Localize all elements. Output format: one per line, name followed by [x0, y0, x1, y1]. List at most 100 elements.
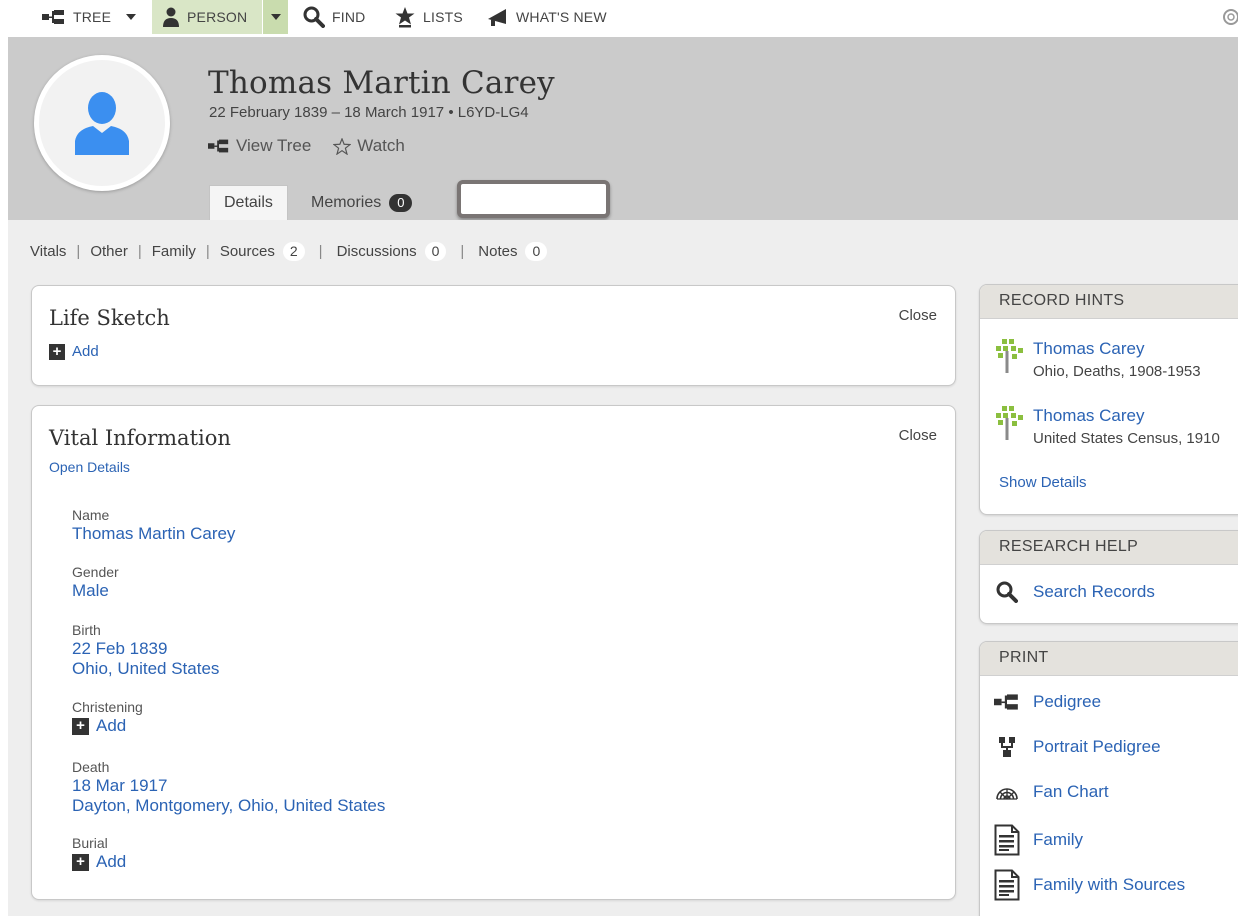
- tab-memories[interactable]: Memories 0: [311, 185, 413, 220]
- nav-lists[interactable]: LISTS: [394, 0, 463, 34]
- subnav-discussions[interactable]: Discussions 0: [337, 242, 447, 261]
- print-portrait-pedigree-label: Portrait Pedigree: [1033, 737, 1161, 756]
- tab-details[interactable]: Details: [209, 185, 288, 220]
- record-hint-source: Ohio, Deaths, 1908-1953: [1033, 363, 1201, 380]
- burial-add-button[interactable]: + Add: [72, 852, 126, 872]
- print-family-with-sources-label: Family with Sources: [1033, 875, 1186, 894]
- subnav-family[interactable]: Family: [152, 243, 196, 260]
- open-details-link[interactable]: Open Details: [49, 459, 130, 475]
- chevron-down-icon: [270, 14, 281, 20]
- plus-icon: +: [49, 343, 65, 360]
- nav-person[interactable]: PERSON: [152, 0, 262, 34]
- nav-person-dropdown[interactable]: [263, 0, 288, 34]
- name-label: Name: [72, 507, 110, 523]
- print-portrait-pedigree-link[interactable]: Portrait Pedigree: [980, 737, 1161, 757]
- subnav-separator: |: [318, 243, 323, 260]
- top-navigation: TREE PERSON FIND LISTS WHAT'S NEW: [0, 0, 1238, 34]
- fan-chart-icon: [992, 784, 1022, 800]
- nav-lists-label: LISTS: [423, 9, 463, 25]
- record-hint-source: United States Census, 1910: [1033, 430, 1220, 447]
- search-records-link[interactable]: Search Records: [980, 581, 1155, 603]
- view-tree-label: View Tree: [236, 136, 312, 155]
- life-sketch-title: Life Sketch: [49, 306, 170, 330]
- research-help-title: RESEARCH HELP: [980, 531, 1238, 565]
- hint-tree-icon: [994, 406, 1024, 440]
- print-panel: PRINT Pedigree Portrait Pedigree Fan Cha…: [979, 641, 1238, 916]
- vital-death: Death 18 Mar 1917 Dayton, Montgomery, Oh…: [72, 759, 385, 816]
- subnav-other[interactable]: Other: [90, 243, 128, 260]
- vital-information-title: Vital Information: [49, 426, 231, 450]
- death-place[interactable]: Dayton, Montgomery, Ohio, United States: [72, 796, 385, 816]
- blank-text-field[interactable]: [457, 180, 610, 218]
- pedigree-icon: [992, 694, 1022, 710]
- record-hint-name[interactable]: Thomas Carey: [1033, 339, 1201, 359]
- search-icon: [992, 581, 1022, 603]
- birth-date[interactable]: 22 Feb 1839: [72, 639, 219, 659]
- nav-tree-dropdown[interactable]: [120, 0, 142, 34]
- christening-add-button[interactable]: + Add: [72, 716, 143, 736]
- record-hint-text: Thomas Carey Ohio, Deaths, 1908-1953: [1033, 339, 1201, 380]
- person-portrait[interactable]: [34, 55, 170, 191]
- tab-memories-label: Memories: [311, 193, 382, 211]
- print-family-link[interactable]: Family: [980, 824, 1083, 856]
- avatar-icon: [75, 92, 129, 155]
- star-icon: [333, 137, 352, 155]
- vital-christening: Christening + Add: [72, 699, 143, 736]
- print-fan-chart-label: Fan Chart: [1033, 782, 1109, 801]
- record-hint-item[interactable]: Thomas Carey Ohio, Deaths, 1908-1953: [980, 339, 1201, 380]
- subnav-sources[interactable]: Sources 2: [220, 242, 305, 261]
- subnav-separator: |: [205, 243, 210, 260]
- vital-information-close-button[interactable]: Close: [899, 427, 937, 444]
- life-sketch-close-button[interactable]: Close: [899, 307, 937, 324]
- subnav-separator: |: [137, 243, 142, 260]
- nav-find[interactable]: FIND: [303, 0, 365, 34]
- nav-whats-new-label: WHAT'S NEW: [516, 9, 607, 25]
- vital-gender: Gender Male: [72, 564, 119, 601]
- gender-label: Gender: [72, 564, 119, 580]
- birth-label: Birth: [72, 622, 101, 638]
- help-icon[interactable]: [1220, 8, 1238, 26]
- notes-count-badge: 0: [525, 242, 548, 261]
- nav-whats-new[interactable]: WHAT'S NEW: [487, 0, 607, 34]
- vital-burial: Burial + Add: [72, 835, 126, 872]
- record-hint-name[interactable]: Thomas Carey: [1033, 406, 1220, 426]
- subnav-notes[interactable]: Notes 0: [478, 242, 548, 261]
- person-actions: View Tree Watch: [208, 136, 427, 156]
- subnav-separator: |: [76, 243, 81, 260]
- print-family-with-sources-link[interactable]: Family with Sources: [980, 869, 1185, 901]
- section-subnav: Vitals | Other | Family | Sources 2 | Dis…: [30, 242, 548, 261]
- gender-value[interactable]: Male: [72, 581, 119, 601]
- watch-label: Watch: [357, 136, 405, 155]
- life-sketch-add-button[interactable]: + Add: [49, 343, 99, 360]
- record-hints-panel: RECORD HINTS Thomas Carey Ohio, Deaths, …: [979, 284, 1238, 515]
- chevron-down-icon: [126, 14, 136, 20]
- portrait-pedigree-icon: [992, 737, 1022, 757]
- hint-tree-icon: [994, 339, 1024, 373]
- burial-add-label: Add: [96, 852, 127, 871]
- megaphone-icon: [488, 9, 506, 26]
- view-tree-link[interactable]: View Tree: [208, 136, 311, 156]
- document-icon: [992, 824, 1022, 856]
- birth-place[interactable]: Ohio, United States: [72, 659, 219, 679]
- tree-icon: [208, 139, 229, 153]
- memories-count-badge: 0: [389, 193, 413, 212]
- tree-icon: [42, 10, 64, 24]
- watch-link[interactable]: Watch: [333, 136, 405, 156]
- nav-tree[interactable]: TREE: [42, 0, 111, 34]
- christening-label: Christening: [72, 699, 143, 715]
- record-hints-title: RECORD HINTS: [980, 285, 1238, 319]
- christening-add-label: Add: [96, 716, 127, 735]
- death-date[interactable]: 18 Mar 1917: [72, 776, 385, 796]
- person-dates-id: 22 February 1839 – 18 March 1917 • L6YD-…: [209, 104, 529, 121]
- subnav-vitals[interactable]: Vitals: [30, 243, 66, 260]
- name-value[interactable]: Thomas Martin Carey: [72, 524, 235, 544]
- print-pedigree-link[interactable]: Pedigree: [980, 692, 1101, 712]
- plus-icon: +: [72, 853, 89, 871]
- subnav-notes-label: Notes: [478, 243, 518, 260]
- show-details-link[interactable]: Show Details: [999, 474, 1087, 491]
- lists-icon: [395, 7, 415, 28]
- print-fan-chart-link[interactable]: Fan Chart: [980, 782, 1109, 802]
- death-label: Death: [72, 759, 110, 775]
- record-hint-item[interactable]: Thomas Carey United States Census, 1910: [980, 406, 1220, 447]
- print-title: PRINT: [980, 642, 1238, 676]
